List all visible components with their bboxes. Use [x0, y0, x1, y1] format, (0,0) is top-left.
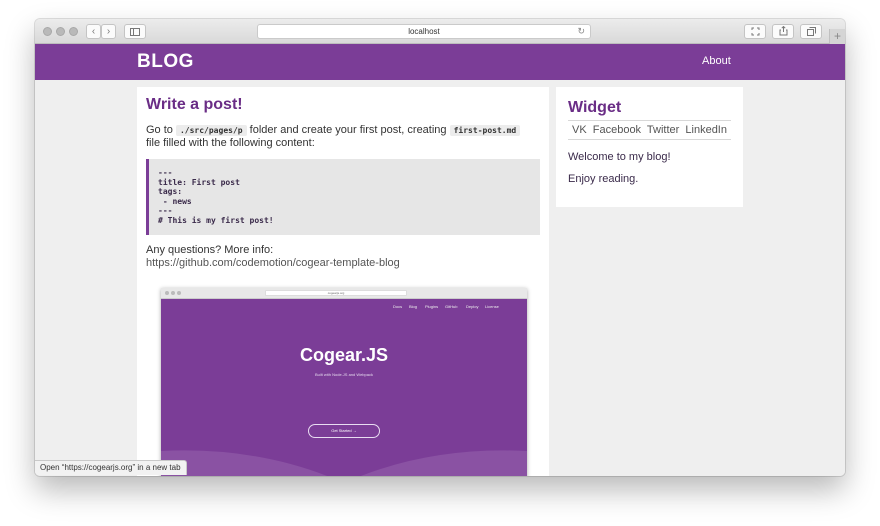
sidebar-icon: [130, 28, 140, 36]
address-bar[interactable]: localhost ↻: [257, 24, 591, 39]
mini-light: [177, 291, 181, 295]
nav-link-about[interactable]: About: [702, 55, 731, 67]
questions-text: Any questions? More info:: [146, 244, 274, 256]
close-window-button[interactable]: [43, 27, 52, 36]
code-line: ---: [158, 206, 173, 215]
new-tab-button[interactable]: +: [829, 29, 845, 44]
path-code: ./src/pages/p: [175, 125, 247, 136]
mini-wave-decoration: [161, 450, 527, 476]
tabs-button[interactable]: [800, 24, 822, 39]
chevron-left-icon: ‹: [91, 26, 96, 37]
mini-nav-item: Deploy: [466, 304, 479, 309]
post-card: Write a post! Go to ./src/pages/p folder…: [137, 87, 549, 476]
widget-title: Widget: [568, 99, 622, 116]
address-text: localhost: [408, 27, 440, 36]
chevron-right-icon: ›: [106, 26, 111, 37]
tabs-icon: [806, 27, 816, 36]
social-link-twitter[interactable]: Twitter: [647, 124, 679, 136]
mini-nav-item: Plugins: [425, 304, 439, 309]
social-link-vk[interactable]: VK: [572, 124, 587, 136]
social-link-facebook[interactable]: Facebook: [593, 124, 641, 136]
reader-button[interactable]: [744, 24, 766, 39]
social-link-linkedin[interactable]: LinkedIn: [685, 124, 727, 136]
zoom-window-button[interactable]: [69, 27, 78, 36]
share-icon: [779, 25, 787, 36]
mini-address-bar: cogearjs.org: [265, 290, 407, 296]
mini-get-started-button: Get Started →: [308, 424, 380, 438]
intro-text-end: file filled with the following content:: [146, 137, 315, 149]
github-link[interactable]: https://github.com/codemotion/cogear-tem…: [146, 257, 400, 270]
page-content: Write a post! Go to ./src/pages/p folder…: [35, 80, 845, 476]
back-button[interactable]: ‹: [86, 24, 101, 39]
browser-window: ‹ › localhost ↻ + BLOG About Write a pos…: [35, 19, 845, 476]
reload-icon[interactable]: ↻: [577, 25, 585, 38]
mini-nav-item: GitHub: [445, 304, 458, 309]
share-button[interactable]: [772, 24, 794, 39]
code-line: # This is my first post!: [158, 215, 274, 225]
intro-text-start: Go to: [146, 124, 173, 136]
browser-titlebar: ‹ › localhost ↻ +: [35, 19, 845, 44]
status-bar: Open “https://cogearjs.org” in a new tab: [35, 460, 187, 475]
mini-hero-title: Cogear.JS: [299, 345, 389, 365]
code-line: - news: [158, 196, 192, 206]
mini-nav-item: License: [485, 304, 499, 309]
mini-nav-item: Blog: [409, 304, 418, 309]
social-links: VK Facebook Twitter LinkedIn: [568, 120, 731, 140]
post-intro: Go to ./src/pages/p folder and create yo…: [146, 124, 542, 150]
code-line: title: First post: [158, 177, 240, 187]
mini-nav-item: Docs: [393, 304, 403, 309]
code-block: --- title: First post tags: - news --- #…: [146, 159, 540, 235]
mini-browser-bar: cogearjs.org: [161, 288, 527, 299]
minimize-window-button[interactable]: [56, 27, 65, 36]
expand-icon: [751, 27, 759, 36]
mini-light: [165, 291, 169, 295]
enjoy-text: Enjoy reading.: [568, 173, 639, 185]
widget-card: Widget VK Facebook Twitter LinkedIn Welc…: [556, 87, 743, 207]
mini-light: [171, 291, 175, 295]
site-brand[interactable]: BLOG: [137, 51, 194, 73]
plus-icon: +: [833, 29, 841, 43]
sidebar-toggle-button[interactable]: [124, 24, 146, 39]
welcome-text: Welcome to my blog!: [568, 151, 671, 163]
file-code: first-post.md: [449, 125, 521, 136]
forward-button[interactable]: ›: [101, 24, 116, 39]
code-line: ---: [158, 168, 173, 177]
code-line: tags:: [158, 187, 183, 196]
intro-text-middle: folder and create your first post, creat…: [249, 124, 447, 136]
cogear-screenshot-image[interactable]: cogearjs.org Docs Blog Plugins GitHub De…: [161, 288, 527, 476]
site-navbar: BLOG About: [35, 44, 845, 80]
post-title: Write a post!: [146, 96, 243, 113]
mini-hero-subtitle: Built with Node.JS and Webpack: [315, 372, 373, 377]
